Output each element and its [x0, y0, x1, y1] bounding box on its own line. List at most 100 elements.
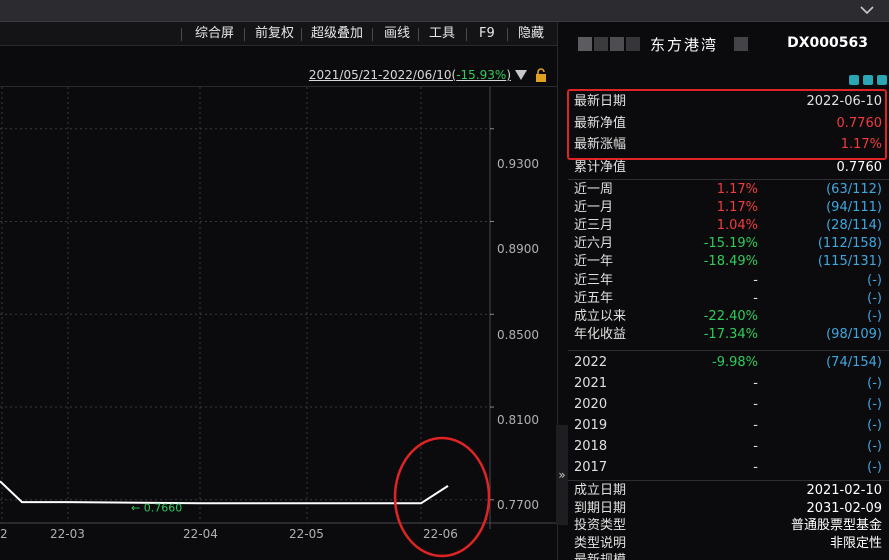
period-label: 近一年 — [574, 254, 614, 270]
period-change: 1.04% — [716, 218, 758, 234]
y-tick-label: 0.8100 — [497, 413, 539, 427]
info-row[interactable]: 成立日期 2021-02-10 — [574, 482, 882, 500]
low-value-label: ← 0.7660 — [131, 501, 182, 514]
super-overlay-button[interactable]: 超级叠加 — [305, 22, 369, 46]
info-row[interactable]: 投资类型 普通股票型基金 — [574, 517, 882, 535]
x-tick-label: 22-06 — [423, 527, 458, 541]
period-label: 近五年 — [574, 290, 614, 306]
period-row[interactable]: 近三年 - (-) — [574, 272, 882, 290]
year-change: - — [753, 418, 758, 433]
period-change: -15.19% — [703, 236, 758, 252]
stat-value: 0.7760 — [836, 115, 883, 131]
period-row[interactable]: 近六月 -15.19% (112/158) — [574, 235, 882, 253]
stat-row[interactable]: 最新日期 2022-06-10 — [574, 93, 882, 111]
y-tick-label: 0.9300 — [497, 157, 539, 171]
period-row[interactable]: 近一年 -18.49% (115/131) — [574, 253, 882, 271]
period-label: 近三年 — [574, 272, 614, 288]
year-row[interactable]: 2017 - (-) — [574, 459, 882, 477]
edit-icon[interactable] — [849, 75, 859, 85]
year-label: 2019 — [574, 418, 608, 433]
info-row[interactable]: 最新规模 — [574, 552, 882, 560]
year-row[interactable]: 2022 -9.98% (74/154) — [574, 354, 882, 372]
year-label: 2020 — [574, 397, 608, 412]
year-change: - — [753, 439, 758, 454]
toolbar-separator — [181, 28, 182, 41]
year-rank: (-) — [867, 460, 882, 475]
info-label: 类型说明 — [574, 535, 627, 551]
year-row[interactable]: 2019 - (-) — [574, 417, 882, 435]
stat-row[interactable]: 累计净值 0.7760 — [574, 159, 882, 177]
period-change: -17.34% — [703, 326, 758, 342]
period-rank: (115/131) — [817, 254, 882, 270]
stat-value: 2022-06-10 — [806, 94, 882, 109]
section-divider — [568, 179, 889, 180]
period-row[interactable]: 近三月 1.04% (28/114) — [574, 217, 882, 235]
period-row[interactable]: 年化收益 -17.34% (98/109) — [574, 326, 882, 344]
period-rank: (-) — [867, 308, 882, 324]
info-label: 到期日期 — [574, 500, 627, 516]
chart-canvas: ← 0.7660 — [0, 87, 557, 558]
period-change: -22.40% — [703, 308, 758, 324]
fund-header: 东方港湾 DX000563 — [568, 30, 889, 60]
year-label: 2022 — [574, 355, 608, 370]
info-value: 2031-02-09 — [806, 500, 882, 516]
nav-chart[interactable]: ← 0.7660 0.9300 0.8900 0.8500 0.8100 0.7… — [0, 86, 557, 560]
year-change: -9.98% — [712, 355, 758, 370]
year-change: - — [753, 376, 758, 391]
year-label: 2018 — [574, 439, 608, 454]
info-label: 成立日期 — [574, 483, 627, 498]
period-rank: (-) — [867, 272, 882, 288]
period-change: -18.49% — [703, 254, 758, 270]
period-row[interactable]: 近一月 1.17% (94/111) — [574, 199, 882, 217]
draw-line-button[interactable]: 画线 — [378, 22, 416, 46]
year-row[interactable]: 2018 - (-) — [574, 438, 882, 456]
date-range-link[interactable]: 2021/05/21-2022/06/10(-15.93%) — [309, 68, 511, 82]
triangle-down-icon[interactable] — [515, 70, 527, 80]
hide-button[interactable]: 隐藏 — [512, 22, 550, 46]
lock-icon[interactable] — [535, 68, 547, 82]
add-icon[interactable] — [877, 75, 887, 85]
x-tick-label: 2 — [0, 527, 8, 541]
period-row[interactable]: 成立以来 -22.40% (-) — [574, 308, 882, 326]
period-row[interactable]: 近一周 1.17% (63/112) — [574, 181, 882, 199]
stat-row[interactable]: 最新涨幅 1.17% — [574, 136, 882, 154]
year-change: - — [753, 397, 758, 412]
info-label: 最新规模 — [574, 552, 626, 560]
period-label: 近一周 — [574, 182, 614, 197]
section-divider — [568, 350, 889, 351]
info-row[interactable]: 类型说明 非限定性 — [574, 535, 882, 553]
x-tick-label: 22-05 — [289, 527, 324, 541]
toolbar-separator — [418, 28, 419, 41]
redacted-block — [610, 37, 624, 51]
period-rank: (112/158) — [817, 236, 882, 252]
info-label: 投资类型 — [574, 518, 627, 534]
composite-screen-button[interactable]: 综合屏 — [189, 22, 240, 46]
period-row[interactable]: 近五年 - (-) — [574, 290, 882, 308]
section-divider — [568, 480, 889, 481]
forward-adjust-button[interactable]: 前复权 — [249, 22, 300, 46]
info-row[interactable]: 到期日期 2031-02-09 — [574, 500, 882, 518]
year-label: 2021 — [574, 376, 608, 391]
fund-code: DX000563 — [787, 35, 868, 51]
tools-button[interactable]: 工具 — [423, 22, 461, 46]
year-row[interactable]: 2020 - (-) — [574, 396, 882, 414]
period-change: - — [753, 290, 758, 306]
y-tick-label: 0.8500 — [497, 328, 539, 342]
panel-icons — [845, 74, 887, 86]
period-rank: (28/114) — [826, 218, 882, 234]
year-change: - — [753, 460, 758, 475]
year-row[interactable]: 2021 - (-) — [574, 375, 882, 393]
window-titlebar — [0, 0, 889, 22]
bell-icon[interactable] — [863, 75, 873, 85]
chevron-down-icon[interactable] — [859, 3, 875, 17]
stat-row[interactable]: 最新净值 0.7760 — [574, 115, 882, 133]
period-rank: (98/109) — [826, 326, 882, 342]
period-rank: (94/111) — [826, 200, 882, 216]
info-value: 非限定性 — [829, 535, 882, 551]
collapse-panel-button[interactable]: » — [556, 425, 568, 525]
period-label: 成立以来 — [574, 308, 627, 324]
year-rank: (74/154) — [826, 355, 882, 370]
f9-button[interactable]: F9 — [473, 22, 501, 46]
stat-value: 1.17% — [840, 137, 882, 152]
year-label: 2017 — [574, 460, 608, 475]
